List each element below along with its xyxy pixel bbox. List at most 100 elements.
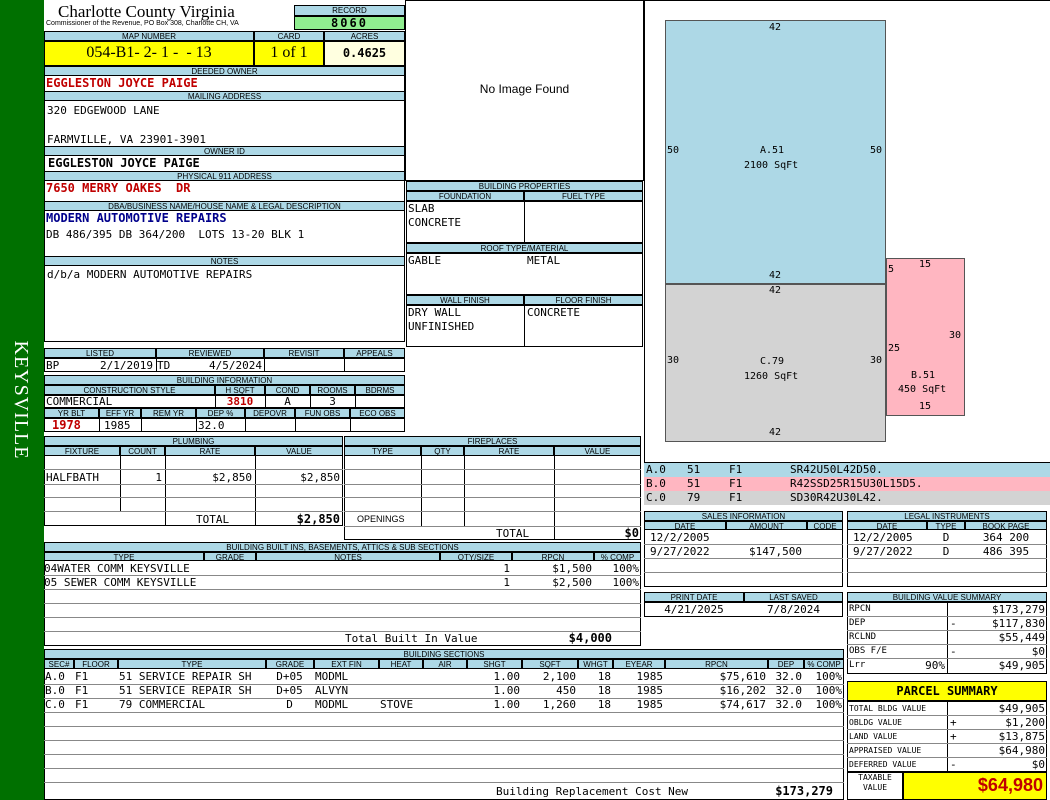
dim-c-right: 30 [870,355,883,366]
sketch-b-area: 450 SqFt [898,384,947,395]
dba-label: DBA/BUSINESS NAME/HOUSE NAME & LEGAL DES… [44,201,405,211]
plumbing-value: $2,850 [300,471,340,484]
sketch-trace-sec: A.0 [646,463,666,476]
year-built: 1978 [52,418,81,432]
oblg-value: $1,200 [1005,716,1045,729]
dim-c-left: 30 [667,355,680,366]
legal-book-header: BOOK PAGE [965,521,1047,530]
bvs-dep-label: DEP [849,618,866,628]
plumbing-count-header: COUNT [120,446,165,456]
section-col-header: EYEAR [613,659,665,669]
builtins-rpcn-header: RPCN [512,552,594,561]
legal-1-date: 12/2/2005 [853,531,913,544]
section-cell: 51 SERVICE REPAIR SH [119,684,252,697]
fireplace-type-header: TYPE [344,446,421,456]
fireplace-openings-label: OPENINGS [357,514,405,524]
section-cell: A.0 [45,670,65,683]
building-properties-label: BUILDING PROPERTIES [406,181,643,191]
bvs-rclnd: $55,449 [998,631,1045,644]
builtins-qty-header: QTY/SIZE [440,552,512,561]
builtins-total-label: Total Built In Value [345,632,478,645]
legal-1-type: D [942,531,950,544]
legal-type-header: TYPE [927,521,965,530]
section-cell: 100% [815,684,843,697]
wall-finish-1: DRY WALL [408,306,461,319]
sketch-trace-floor: F1 [729,463,743,476]
legal-2-date: 9/27/2022 [853,545,913,558]
roof-material: METAL [527,254,561,267]
fireplaces-label: FIREPLACES [344,436,641,446]
dim-b-left-25: 25 [888,343,901,354]
fun-obs-label: FUN OBS [295,408,350,418]
fireplace-value-header: VALUE [554,446,641,456]
builtin-1-rpcn: $1,500 [552,562,592,575]
builtin-1-qty: 1 [503,562,510,575]
section-cell: $74,617 [719,698,766,711]
yr-built-label: YR BLT [44,408,99,418]
section-cell: D+05 [276,684,303,697]
sketch-a-area: 2100 SqFt [744,160,799,171]
sales-code-header: CODE [807,521,843,530]
section-cell: B.0 [45,684,65,697]
bvs-lrr-label: Lrr [849,660,866,670]
section-cell: 1985 [636,670,664,683]
section-col-header: RPCN [665,659,768,669]
sales-date-header: DATE [644,521,726,530]
section-cell: $16,202 [719,684,766,697]
reviewed-by: TD [157,359,171,372]
fireplace-rate-header: RATE [464,446,554,456]
record-label: RECORD [294,5,405,16]
dim-c-bottom: 42 [769,427,782,438]
no-image-text: No Image Found [479,82,570,96]
hsqft-label: H SQFT [215,385,265,395]
card-number: 1 of 1 [254,41,324,66]
sketch-trace-path: SR42U50L42D50. [790,463,883,476]
builtins-label: BUILDING BUILT INS, BASEMENTS, ATTICS & … [44,542,641,552]
builtin-2-rpcn: $2,500 [552,576,592,589]
sketch-c-name: C.79 [760,356,785,367]
deferred-value: $0 [1031,758,1045,771]
section-cell: MODML [315,670,349,683]
appeals-label: APPEALS [344,348,405,358]
notes-text: d/b/a MODERN AUTOMOTIVE REPAIRS [47,268,253,281]
dim-a-right: 50 [870,145,883,156]
taxable-label-1: TAXABLE [858,773,892,782]
builtin-2-qty: 1 [503,576,510,589]
sketch-trace-code: 51 [687,463,701,476]
bvs-lrr-pct: 90% [925,659,945,672]
dim-a-bottom: 42 [769,270,782,281]
plumbing-rate-header: RATE [165,446,255,456]
builtins-grade-header: GRADE [204,552,256,561]
section-col-header: HEAT [379,659,423,669]
acres-label: ACRES [324,31,405,41]
bvs-label: BUILDING VALUE SUMMARY [847,592,1047,602]
condition: A [284,395,291,408]
sales-label: SALES INFORMATION [644,511,843,521]
total-bldg-value: $49,905 [998,702,1045,715]
section-col-header: FLOOR [74,659,118,669]
fireplace-qty-header: QTY [421,446,464,456]
section-cell: 32.0 [775,684,803,697]
reviewed-label: REVIEWED [156,348,264,358]
foundation-label: FOUNDATION [406,191,524,201]
sketch-trace-code: 79 [687,491,701,504]
sketch-trace-path: R42SSD25R15U30L15D5. [790,477,923,490]
legal-1-book: 364 200 [982,531,1030,544]
last-saved-label: LAST SAVED [744,592,843,602]
fuel-type-label: FUEL TYPE [524,191,643,201]
legal-description: DB 486/395 DB 364/200 LOTS 13-20 BLK 1 [46,228,305,241]
last-saved: 7/8/2024 [767,603,820,616]
bvs-lrr: $49,905 [998,659,1045,672]
sketch-a-name: A.51 [760,145,785,156]
builtin-1-comp: 100% [612,562,640,575]
rooms-label: ROOMS [310,385,355,395]
plumbing-fixture-header: FIXTURE [44,446,120,456]
print-date: 4/21/2025 [664,603,724,616]
section-col-header: SQFT [522,659,578,669]
deeded-owner-label: DEEDED OWNER [44,66,405,76]
brcn-value: $173,279 [775,784,833,798]
sketch-trace-floor: F1 [729,477,743,490]
section-cell: 1.00 [493,670,521,683]
dba-name: MODERN AUTOMOTIVE REPAIRS [46,211,227,225]
dep-pct-label: DEP % [196,408,245,418]
